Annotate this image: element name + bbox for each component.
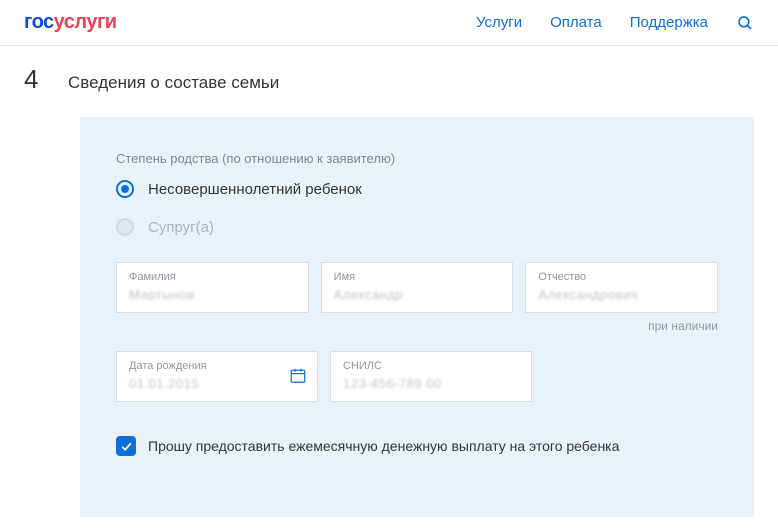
page-body: 4 Сведения о составе семьи Степень родст… — [0, 46, 778, 517]
radio-option-spouse: Супруг(а) — [116, 218, 718, 236]
id-fields-row: Дата рождения 01.01.2015 СНИЛС 123-456-7… — [116, 351, 718, 402]
step-number: 4 — [24, 64, 44, 95]
nav-support[interactable]: Поддержка — [630, 14, 708, 31]
name-value: Александр — [334, 287, 501, 302]
radio-option-child[interactable]: Несовершеннолетний ребенок — [116, 180, 718, 198]
surname-value: Мартынов — [129, 287, 296, 302]
birthdate-value: 01.01.2015 — [129, 376, 305, 391]
snils-label: СНИЛС — [343, 360, 519, 372]
logo[interactable]: госуслуги — [24, 11, 117, 34]
name-fields-row: Фамилия Мартынов Имя Александр Отчество … — [116, 262, 718, 313]
header: госуслуги Услуги Оплата Поддержка — [0, 0, 778, 46]
patronymic-label: Отчество — [538, 271, 705, 283]
payment-checkbox-label: Прошу предоставить ежемесячную денежную … — [148, 438, 619, 454]
calendar-icon[interactable] — [289, 366, 307, 387]
birthdate-field[interactable]: Дата рождения 01.01.2015 — [116, 351, 318, 402]
step-header: 4 Сведения о составе семьи — [24, 64, 754, 95]
nav-services[interactable]: Услуги — [476, 14, 522, 31]
snils-field[interactable]: СНИЛС 123-456-789 00 — [330, 351, 532, 402]
snils-value: 123-456-789 00 — [343, 376, 519, 391]
surname-label: Фамилия — [129, 271, 296, 283]
radio-icon — [116, 180, 134, 198]
nav: Услуги Оплата Поддержка — [476, 14, 754, 32]
logo-part1: гос — [24, 11, 54, 33]
patronymic-value: Александрович — [538, 287, 705, 302]
checkbox-checked-icon — [116, 436, 136, 456]
name-label: Имя — [334, 271, 501, 283]
radio-label-spouse: Супруг(а) — [148, 219, 214, 236]
name-field[interactable]: Имя Александр — [321, 262, 514, 313]
payment-checkbox-row[interactable]: Прошу предоставить ежемесячную денежную … — [116, 436, 718, 456]
form-panel: Степень родства (по отношению к заявител… — [80, 117, 754, 517]
relationship-group-label: Степень родства (по отношению к заявител… — [116, 151, 718, 166]
step-title: Сведения о составе семьи — [68, 73, 279, 93]
birthdate-label: Дата рождения — [129, 360, 305, 372]
nav-payment[interactable]: Оплата — [550, 14, 602, 31]
patronymic-hint: при наличии — [116, 319, 718, 333]
surname-field[interactable]: Фамилия Мартынов — [116, 262, 309, 313]
logo-part2: услуги — [54, 11, 117, 33]
patronymic-field[interactable]: Отчество Александрович — [525, 262, 718, 313]
search-icon[interactable] — [736, 14, 754, 32]
radio-label-child: Несовершеннолетний ребенок — [148, 181, 362, 198]
radio-icon — [116, 218, 134, 236]
